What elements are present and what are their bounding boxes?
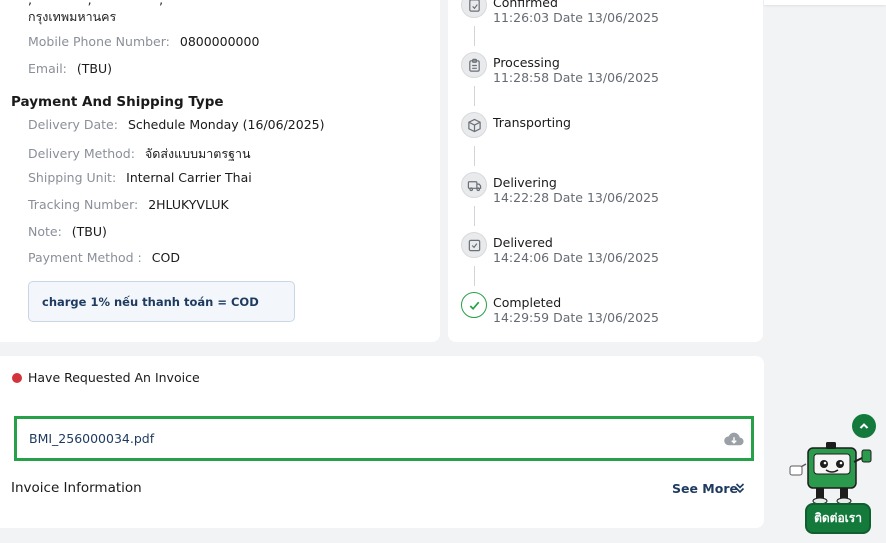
timeline-step-title: Completed <box>493 295 562 310</box>
mobile-value: 0800000000 <box>179 34 260 49</box>
shipping-field-delivery-date: Delivery Date: Schedule Monday (16/06/20… <box>28 117 324 132</box>
email-value: (TBU) <box>76 61 113 76</box>
shipping-field-note: Note: (TBU) <box>28 224 107 239</box>
field-value: (TBU) <box>71 224 107 239</box>
field-label: Delivery Method: <box>28 146 135 161</box>
timeline-connector <box>474 146 475 166</box>
timeline-connector <box>474 206 475 226</box>
shipping-field-shipping-unit: Shipping Unit: Internal Carrier Thai <box>28 170 252 185</box>
email-row: Email: (TBU) <box>28 61 112 76</box>
timeline-step-title: Confirmed <box>493 0 558 10</box>
invoice-file-row[interactable]: BMI_256000034.pdf <box>14 416 754 461</box>
payment-note-box: charge 1% nếu thanh toán = COD <box>28 281 295 322</box>
truck-icon <box>461 172 487 198</box>
scroll-to-top-button[interactable] <box>852 414 876 438</box>
order-timeline-card <box>448 0 763 342</box>
shipping-field-payment-method: Payment Method : COD <box>28 250 180 265</box>
email-label: Email: <box>28 61 67 76</box>
field-label: Note: <box>28 224 62 239</box>
clipboard-icon <box>461 52 487 78</box>
status-dot <box>12 373 22 383</box>
timeline-connector <box>474 266 475 286</box>
timeline-step-time: 14:24:06 Date 13/06/2025 <box>493 250 660 265</box>
check-circle-icon <box>461 292 487 318</box>
timeline-connector <box>474 26 475 46</box>
mascot-illustration[interactable] <box>788 440 874 506</box>
timeline-step-title: Delivered <box>493 235 553 250</box>
checkbox-icon <box>461 232 487 258</box>
top-right-strip <box>764 0 886 5</box>
shipping-field-delivery-method: Delivery Method: จัดส่งแบบมาตรฐาน <box>28 144 251 164</box>
field-value: จัดส่งแบบมาตรฐาน <box>144 146 251 161</box>
timeline-step-time: 11:28:58 Date 13/06/2025 <box>493 70 660 85</box>
timeline-connector <box>474 86 475 106</box>
mobile-row: Mobile Phone Number: 0800000000 <box>28 34 259 49</box>
box-icon <box>461 112 487 138</box>
address-province: กรุงเทพมหานคร <box>28 9 117 24</box>
invoice-file-link[interactable]: BMI_256000034.pdf <box>29 431 154 446</box>
field-label: Payment Method : <box>28 250 142 265</box>
field-value: Schedule Monday (16/06/2025) <box>127 117 325 132</box>
address-line-truncated: , , , <box>28 0 163 7</box>
shipping-section-title: Payment And Shipping Type <box>11 94 224 110</box>
timeline-step-title: Processing <box>493 55 560 70</box>
field-value: 2HLUKYVLUK <box>148 197 229 212</box>
invoice-information-title: Invoice Information <box>11 480 142 496</box>
invoice-requested-label: Have Requested An Invoice <box>28 370 200 385</box>
field-label: Shipping Unit: <box>28 170 117 185</box>
timeline-step-time: 14:29:59 Date 13/06/2025 <box>493 310 660 325</box>
field-value: COD <box>151 250 180 265</box>
field-label: Delivery Date: <box>28 117 118 132</box>
field-value: Internal Carrier Thai <box>126 170 252 185</box>
chevron-up-icon <box>859 423 869 429</box>
timeline-step-title: Delivering <box>493 175 557 190</box>
double-chevron-down-icon[interactable] <box>734 481 746 495</box>
timeline-step-time: 11:26:03 Date 13/06/2025 <box>493 10 660 25</box>
timeline-step-time: 14:22:28 Date 13/06/2025 <box>493 190 660 205</box>
contact-us-button[interactable]: ติดต่อเรา <box>805 503 871 534</box>
cloud-download-icon[interactable] <box>723 431 745 447</box>
mobile-label: Mobile Phone Number: <box>28 34 170 49</box>
timeline-step-title: Transporting <box>493 115 571 130</box>
shipping-field-tracking-number: Tracking Number: 2HLUKYVLUK <box>28 197 229 212</box>
field-label: Tracking Number: <box>28 197 139 212</box>
see-more-link[interactable]: See More <box>672 481 738 496</box>
